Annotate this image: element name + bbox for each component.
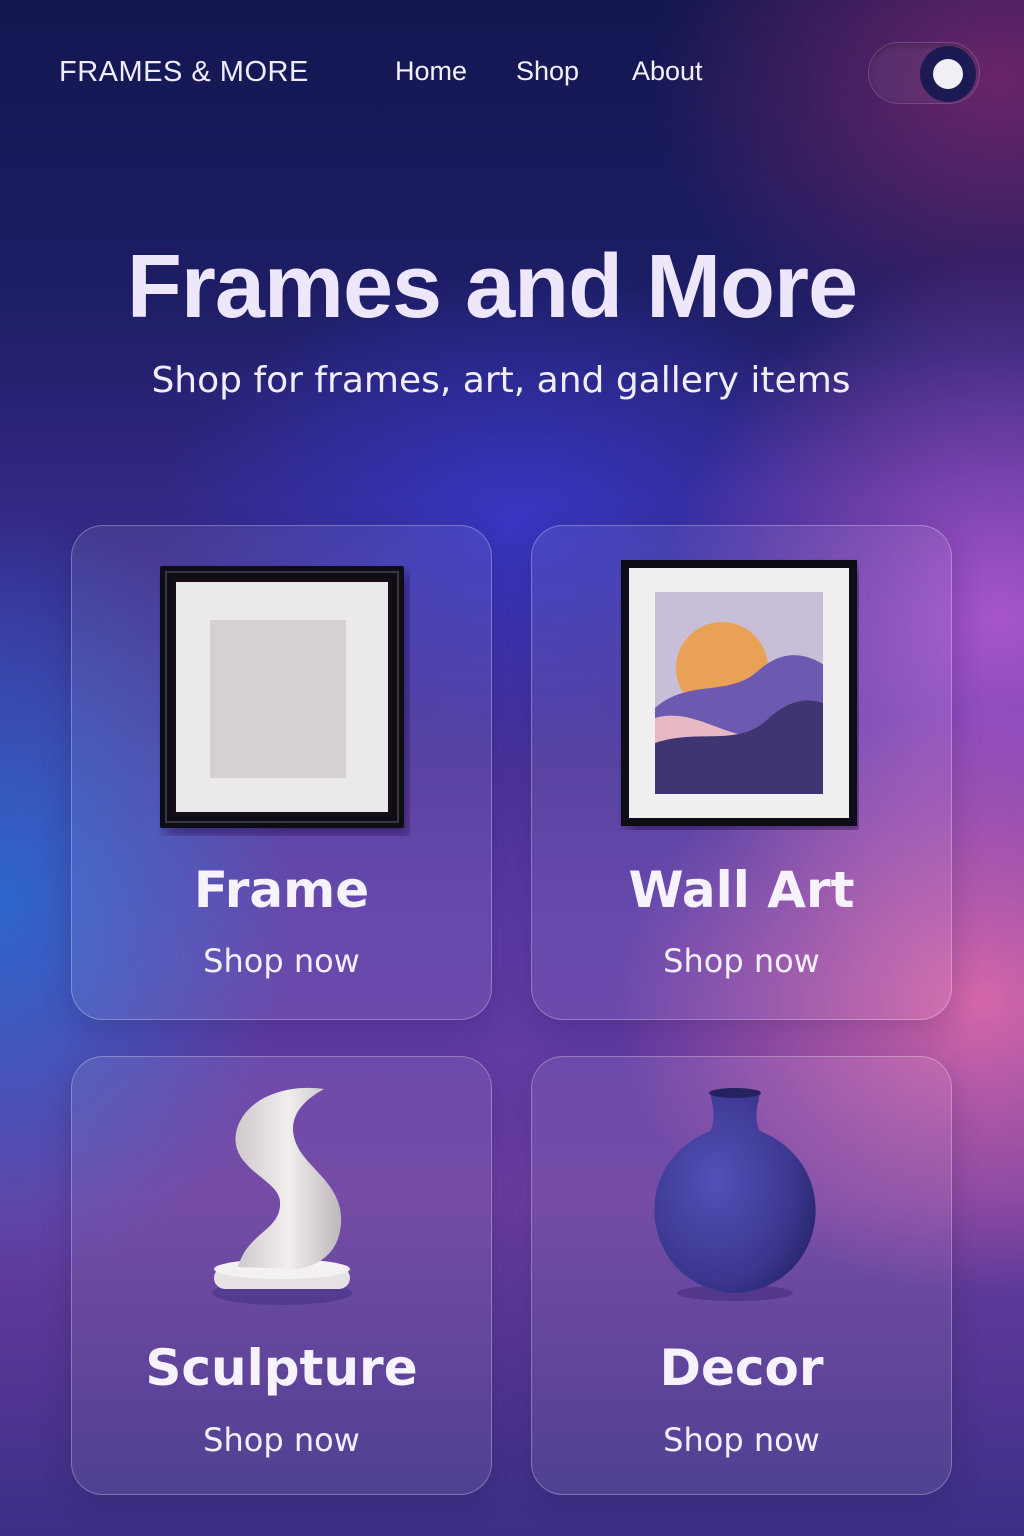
framed-artwork-icon (621, 560, 857, 826)
nav-link-about[interactable]: About (632, 56, 703, 87)
category-card-frame[interactable]: Frame Shop now (71, 525, 492, 1020)
category-card-sculpture[interactable]: Sculpture Shop now (71, 1056, 492, 1495)
shop-now-link[interactable]: Shop now (532, 942, 951, 980)
shop-now-link[interactable]: Shop now (72, 1421, 491, 1459)
hero-title: Frames and More (126, 237, 858, 337)
category-card-wall-art[interactable]: Wall Art Shop now (531, 525, 952, 1020)
category-title: Decor (659, 1339, 824, 1397)
category-title: Wall Art (628, 861, 855, 919)
nav-link-home[interactable]: Home (395, 56, 467, 87)
sculpture-icon (212, 1087, 352, 1305)
hero-subtitle: Shop for frames, art, and gallery items (151, 360, 851, 401)
picture-frame-icon (160, 566, 404, 828)
vase-icon (654, 1088, 816, 1301)
site-logo[interactable]: FRAMES & MORE (59, 56, 309, 89)
nav-link-shop[interactable]: Shop (516, 56, 579, 87)
toggle-dot-icon (933, 59, 963, 89)
shop-now-link[interactable]: Shop now (72, 942, 491, 980)
category-card-decor[interactable]: Decor Shop now (531, 1056, 952, 1495)
toggle-knob (920, 46, 976, 102)
category-title: Sculpture (145, 1339, 418, 1397)
theme-toggle[interactable] (868, 42, 980, 104)
top-navigation: FRAMES & MORE Home Shop About (0, 0, 1024, 146)
category-title: Frame (193, 861, 370, 919)
shop-now-link[interactable]: Shop now (532, 1421, 951, 1459)
